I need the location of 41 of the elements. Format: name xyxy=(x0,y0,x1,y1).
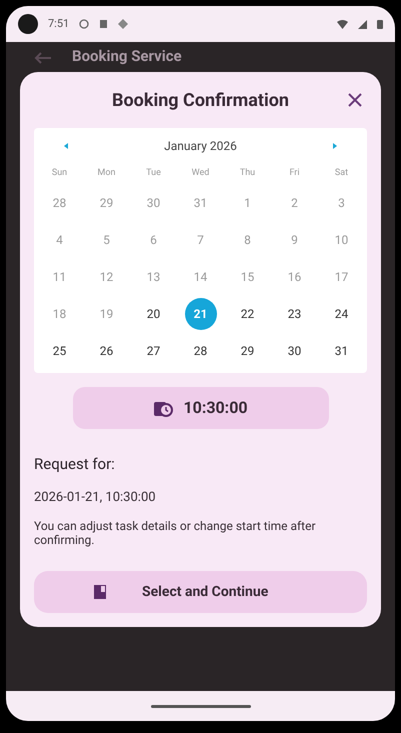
calendar-day[interactable]: 24 xyxy=(326,298,358,330)
sim-icon xyxy=(99,19,108,29)
next-month-icon[interactable] xyxy=(330,142,339,150)
time-picker-button[interactable]: 10:30:00 xyxy=(72,387,328,429)
calendar-day[interactable]: 21 xyxy=(184,298,216,330)
back-arrow-icon[interactable] xyxy=(34,52,52,64)
note-text: You can adjust task details or change start time after confirming. xyxy=(34,519,317,547)
previous-month-icon[interactable] xyxy=(62,142,70,150)
weekday-label: Thu xyxy=(238,167,256,180)
calendar-day[interactable]: 30 xyxy=(278,334,310,366)
weekday-label: Wed xyxy=(190,167,210,180)
clock-icon xyxy=(153,399,174,417)
wifi-icon xyxy=(337,20,348,28)
calendar-day[interactable]: 23 xyxy=(278,298,310,330)
calendar-day[interactable]: 28 xyxy=(184,334,216,366)
alarm-icon xyxy=(79,19,90,29)
calendar-day[interactable]: 29 xyxy=(232,334,264,366)
status-time: 7:51 xyxy=(48,16,70,32)
request-value: 2026-01-21, 10:30:00 xyxy=(34,488,157,506)
month-label: January 2026 xyxy=(164,138,237,155)
save-icon xyxy=(94,585,106,599)
camera-cutout xyxy=(18,14,38,34)
close-icon xyxy=(348,93,362,107)
calendar-day[interactable]: 20 xyxy=(138,298,170,330)
calendar-day[interactable]: 31 xyxy=(326,334,358,366)
calendar-day[interactable]: 26 xyxy=(90,334,122,366)
page-title: Booking Service xyxy=(72,49,182,64)
calendar-day[interactable]: 22 xyxy=(232,298,264,330)
weekday-label: Mon xyxy=(96,167,116,180)
weekday-label: Fri xyxy=(288,167,301,180)
select-continue-button[interactable]: Select and Continue xyxy=(34,571,367,613)
weekday-label: Tue xyxy=(145,167,162,180)
weekday-label: Sun xyxy=(50,167,68,180)
home-indicator[interactable] xyxy=(150,704,250,708)
request-label: Request for: xyxy=(34,454,116,475)
calendar-day[interactable]: 25 xyxy=(44,334,76,366)
calendar-day[interactable]: 27 xyxy=(138,334,170,366)
dialog-title: Booking Confirmation xyxy=(112,88,289,112)
signal-icon xyxy=(358,20,367,28)
weekday-label: Sat xyxy=(334,167,350,180)
battery-icon xyxy=(377,19,383,29)
